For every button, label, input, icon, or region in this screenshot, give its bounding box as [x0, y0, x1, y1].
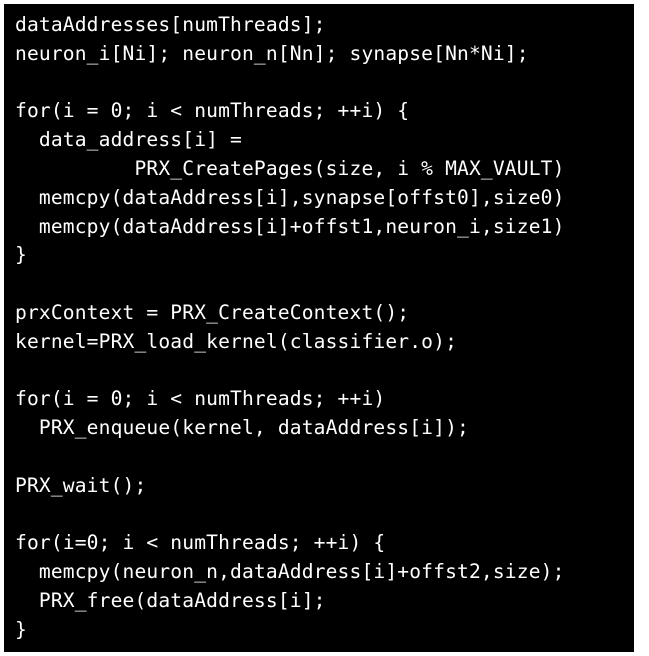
code-line: for(i=0; i < numThreads; ++i) { [15, 531, 386, 555]
code-line: data_address[i] = [15, 128, 242, 152]
code-line: for(i = 0; i < numThreads; ++i) { [15, 99, 410, 123]
code-line: prxContext = PRX_CreateContext(); [15, 300, 410, 324]
code-line: memcpy(neuron_n,dataAddress[i]+offst2,si… [15, 560, 565, 584]
code-line: neuron_i[Ni]; neuron_n[Nn]; synapse[Nn*N… [15, 41, 529, 65]
code-line: for(i = 0; i < numThreads; ++i) [15, 387, 386, 411]
code-line: } [15, 617, 27, 641]
code-line: PRX_enqueue(kernel, dataAddress[i]); [15, 416, 469, 440]
code-panel: dataAddresses[numThreads]; neuron_i[Ni];… [4, 4, 634, 652]
code-line: } [15, 243, 27, 267]
code-line: PRX_wait(); [15, 473, 147, 497]
code-line: dataAddresses[numThreads]; [15, 13, 326, 36]
code-line: memcpy(dataAddress[i]+offst1,neuron_i,si… [15, 214, 565, 238]
code-line: PRX_free(dataAddress[i]; [15, 588, 326, 612]
code-line: kernel=PRX_load_kernel(classifier.o); [15, 329, 458, 353]
code-line: memcpy(dataAddress[i],synapse[offst0],si… [15, 185, 565, 209]
code-line: PRX_CreatePages(size, i % MAX_VAULT) [15, 156, 565, 180]
